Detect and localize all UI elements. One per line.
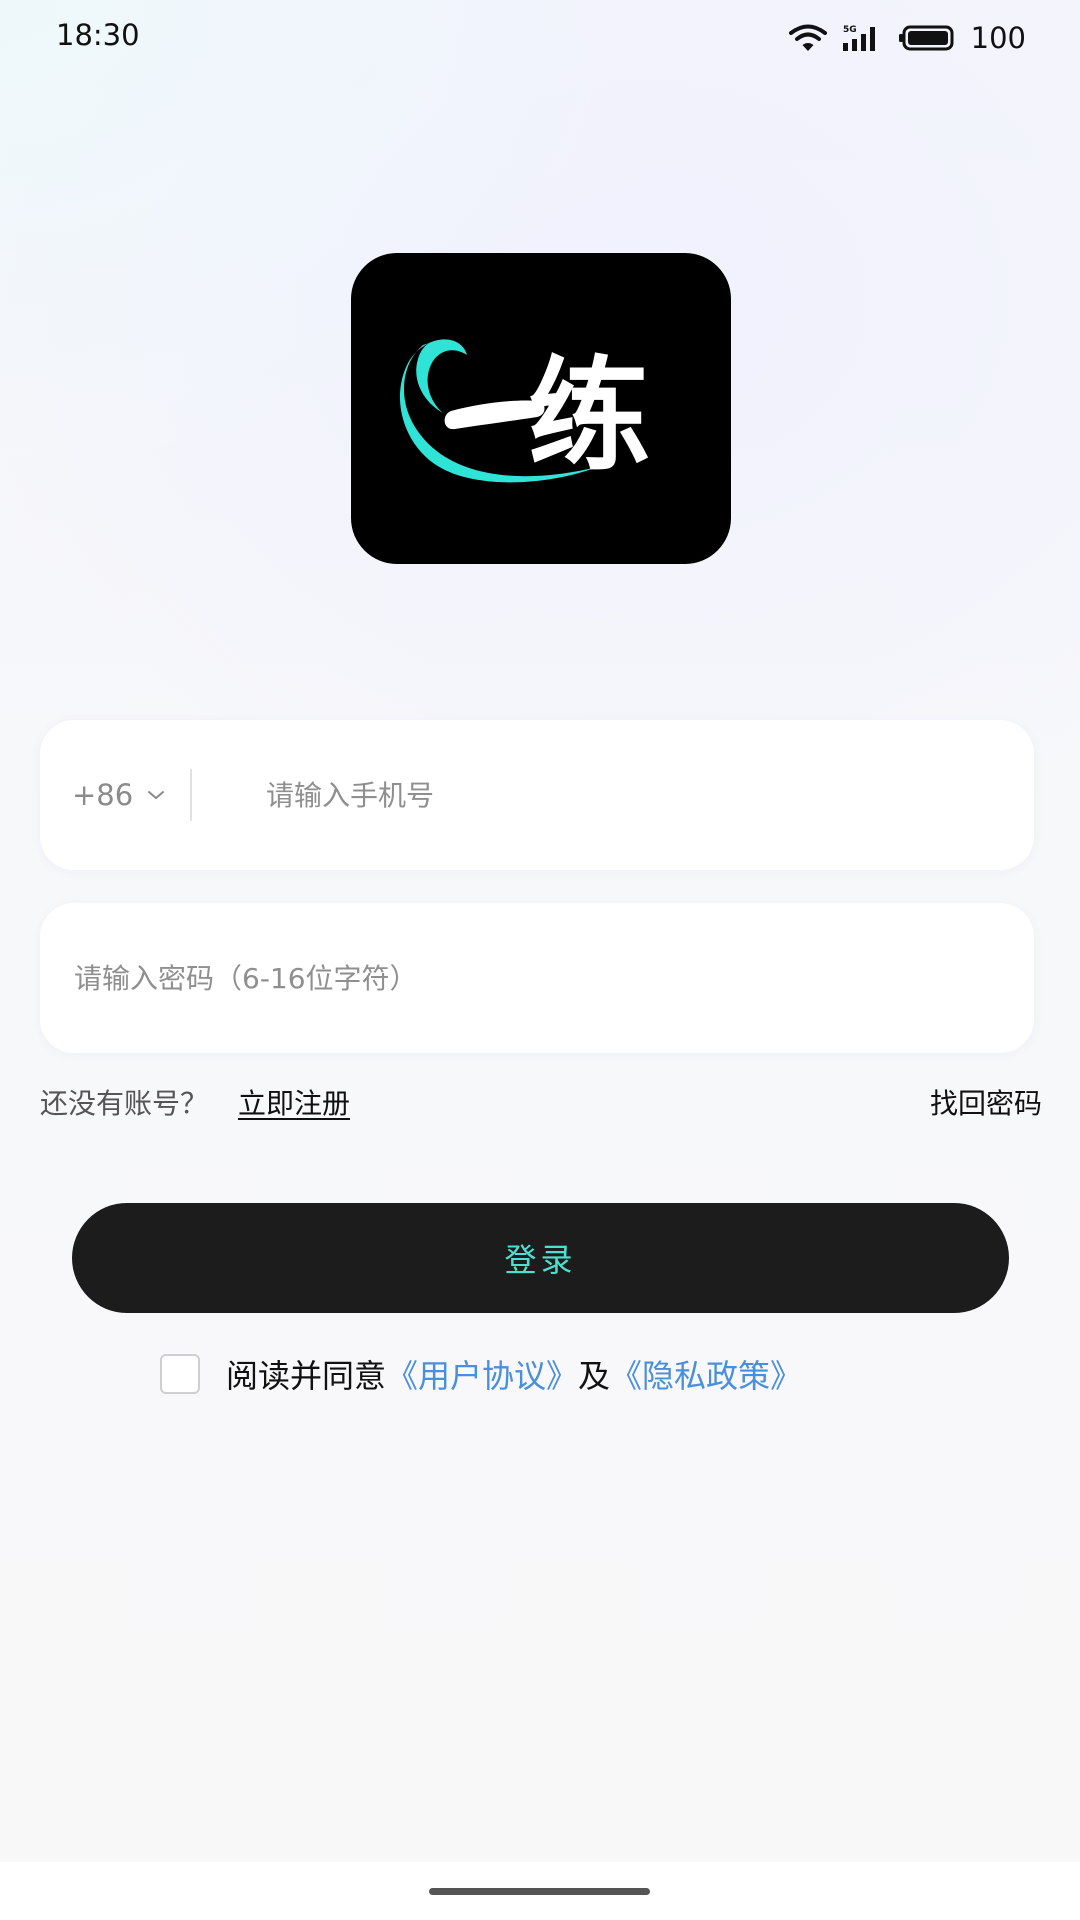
status-bar: 18:30 5G 100 [0, 0, 1080, 76]
user-agreement-link[interactable]: 《用户协议》 [386, 1351, 578, 1397]
field-divider [190, 769, 192, 821]
battery-icon [898, 25, 954, 51]
home-indicator[interactable] [429, 1888, 650, 1895]
phone-field: +86 [40, 720, 1034, 870]
country-code-selector[interactable]: +86 [72, 720, 165, 870]
password-input[interactable] [74, 903, 974, 1053]
privacy-policy-link[interactable]: 《隐私政策》 [610, 1351, 802, 1397]
register-link[interactable]: 立即注册 [238, 1082, 350, 1122]
app-logo: 一练 练 [351, 253, 731, 564]
agreement-prefix: 阅读并同意 [226, 1357, 387, 1395]
agreement-conjunction: 及 [578, 1357, 611, 1395]
no-account-text: 还没有账号？ [40, 1087, 209, 1120]
forgot-password-link[interactable]: 找回密码 [930, 1082, 1042, 1122]
app-logo-mark: 一练 练 [399, 339, 650, 487]
account-links-row: 还没有账号？ 立即注册 找回密码 [40, 1078, 1042, 1122]
agreement-checkbox[interactable] [160, 1354, 200, 1394]
network-type-label: 5G [843, 25, 857, 35]
wifi-icon [788, 24, 827, 51]
login-button[interactable]: 登录 [72, 1203, 1009, 1313]
battery-level: 100 [970, 21, 1026, 55]
password-field [40, 903, 1034, 1053]
logo-character: 练 [528, 345, 650, 487]
status-icons: 5G 100 [788, 18, 1026, 58]
status-time: 18:30 [56, 18, 140, 52]
chevron-down-icon [148, 791, 165, 800]
phone-input[interactable] [266, 720, 986, 870]
agreement-row: 阅读并同意 《用户协议》 及 《隐私政策》 [160, 1350, 802, 1398]
cellular-signal-icon: 5G [842, 25, 875, 51]
country-code-value: +86 [72, 778, 134, 812]
